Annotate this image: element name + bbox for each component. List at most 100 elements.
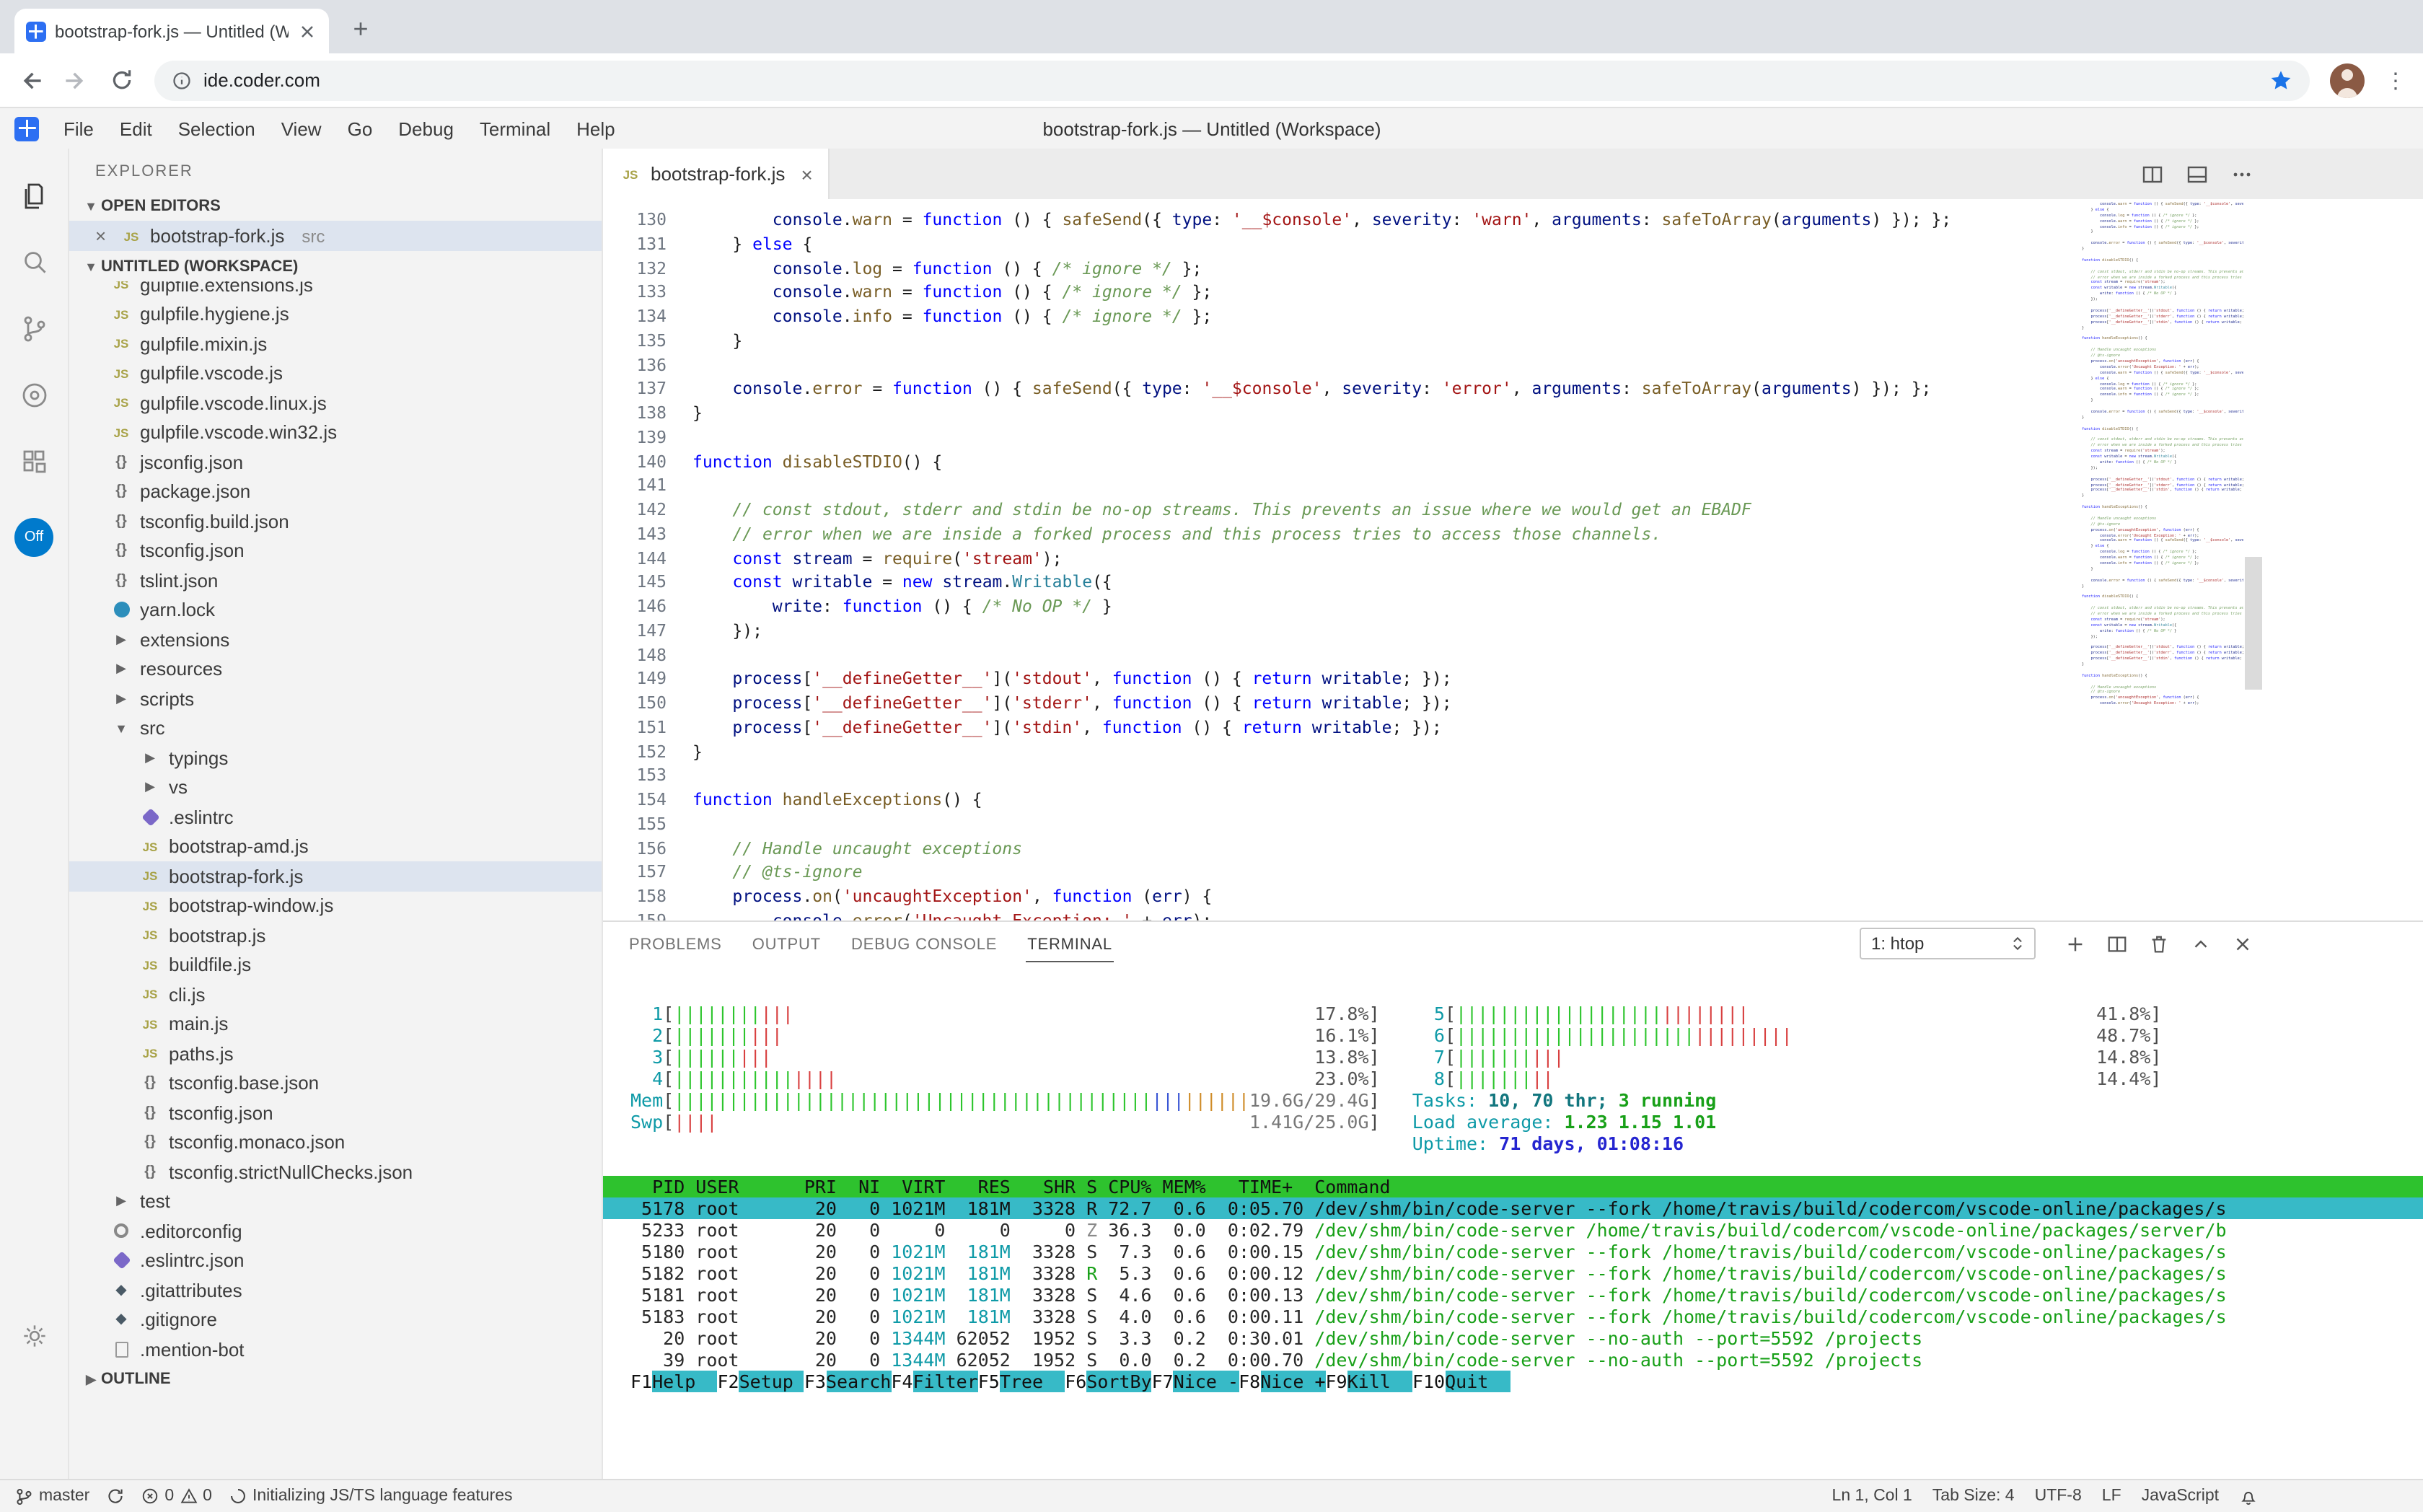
tree-item-gulpfile.vscode.js[interactable]: gulpfile.vscode.js	[69, 359, 602, 388]
process-row-3[interactable]: 5182 root 20 0 1021M 181M 3328 R 5.3 0.6…	[603, 1262, 2423, 1284]
tree-item-tsconfig.base.json[interactable]: tsconfig.base.json	[69, 1068, 602, 1098]
close-panel-icon[interactable]	[2232, 933, 2253, 954]
status-encoding[interactable]: UTF-8	[2035, 1487, 2082, 1505]
split-editor-icon[interactable]	[2141, 162, 2164, 185]
tree-item-gulpfile.vscode.linux.js[interactable]: gulpfile.vscode.linux.js	[69, 388, 602, 418]
tree-item-gulpfile.mixin.js[interactable]: gulpfile.mixin.js	[69, 329, 602, 359]
fkey-F7[interactable]: F7Nice -	[1152, 1371, 1239, 1392]
fkey-F10[interactable]: F10Quit	[1412, 1371, 1510, 1392]
tree-item-gulpfile.hygiene.js[interactable]: gulpfile.hygiene.js	[69, 299, 602, 329]
tree-item-gulpfile.extensions.js[interactable]: gulpfile.extensions.js	[69, 281, 602, 299]
process-row-7[interactable]: 39 root 20 0 1344M 62052 1952 S 0.0 0.2 …	[603, 1349, 2423, 1371]
source-control-icon[interactable]	[1, 296, 67, 362]
new-tab-button[interactable]	[340, 9, 381, 49]
tree-item-vs[interactable]: ▶vs	[69, 773, 602, 802]
terminal-select[interactable]: 1: htop	[1860, 928, 2036, 959]
tree-item-bootstrap.js[interactable]: bootstrap.js	[69, 920, 602, 950]
kill-terminal-icon[interactable]	[2148, 933, 2170, 954]
tree-item-.eslintrc.json[interactable]: .eslintrc.json	[69, 1246, 602, 1275]
fkey-F2[interactable]: F2Setup	[717, 1371, 804, 1392]
menu-help[interactable]: Help	[563, 118, 628, 139]
tree-item-extensions[interactable]: ▶extensions	[69, 625, 602, 654]
menu-selection[interactable]: Selection	[165, 118, 268, 139]
tree-item-tsconfig.monaco.json[interactable]: tsconfig.monaco.json	[69, 1128, 602, 1157]
extension-circle-icon[interactable]	[1, 362, 67, 428]
tree-item-test[interactable]: ▶test	[69, 1187, 602, 1216]
menu-edit[interactable]: Edit	[107, 118, 165, 139]
menu-terminal[interactable]: Terminal	[467, 118, 563, 139]
process-row-1[interactable]: 5233 root 20 0 0 0 0 Z 36.3 0.0 0:02.79 …	[603, 1219, 2423, 1241]
tree-item-.editorconfig[interactable]: .editorconfig	[69, 1216, 602, 1246]
split-terminal-icon[interactable]	[2106, 933, 2128, 954]
fkey-F6[interactable]: F6SortBy	[1065, 1371, 1151, 1392]
sync-status[interactable]	[107, 1487, 124, 1505]
tree-item-package.json[interactable]: package.json	[69, 477, 602, 506]
editor-tab[interactable]: bootstrap-fork.js ×	[603, 149, 830, 199]
outline-header[interactable]: ▶ OUTLINE	[69, 1364, 602, 1394]
fkey-F5[interactable]: F5Tree	[978, 1371, 1065, 1392]
status-tab-size[interactable]: Tab Size: 4	[1932, 1487, 2015, 1505]
tree-item-bootstrap-fork.js[interactable]: bootstrap-fork.js	[69, 861, 602, 891]
open-editors-header[interactable]: ▼ OPEN EDITORS	[69, 190, 602, 221]
tree-item-.eslintrc[interactable]: .eslintrc	[69, 802, 602, 832]
process-row-6[interactable]: 20 root 20 0 1344M 62052 1952 S 3.3 0.2 …	[603, 1327, 2423, 1349]
tree-item-tsconfig.strictNullChecks.json[interactable]: tsconfig.strictNullChecks.json	[69, 1157, 602, 1187]
menu-go[interactable]: Go	[335, 118, 386, 139]
fkey-F3[interactable]: F3Search	[804, 1371, 891, 1392]
tree-item-.gitattributes[interactable]: ◆.gitattributes	[69, 1275, 602, 1305]
tree-item-resources[interactable]: ▶resources	[69, 654, 602, 684]
browser-tab[interactable]: bootstrap-fork.js — Untitled (W	[14, 9, 329, 53]
code-editor[interactable]: 1301311321331341351361371381391401411421…	[603, 199, 2423, 920]
fkey-F4[interactable]: F4Filter	[891, 1371, 977, 1392]
browser-menu-icon[interactable]: ⋮	[2385, 67, 2406, 93]
search-icon[interactable]	[1, 229, 67, 296]
tree-item-tsconfig.json[interactable]: tsconfig.json	[69, 1098, 602, 1128]
status-cursor-position[interactable]: Ln 1, Col 1	[1832, 1487, 1912, 1505]
open-editor-item[interactable]: × bootstrap-fork.js src	[69, 221, 602, 251]
fkey-F9[interactable]: F9Kill	[1326, 1371, 1412, 1392]
tree-item-typings[interactable]: ▶typings	[69, 743, 602, 773]
new-terminal-icon[interactable]	[2064, 933, 2086, 954]
tree-item-main.js[interactable]: main.js	[69, 1009, 602, 1039]
tree-item-tsconfig.build.json[interactable]: tsconfig.build.json	[69, 506, 602, 536]
status-eol[interactable]: LF	[2102, 1487, 2121, 1505]
minimap[interactable]: console.warn = function () { safeSend({ …	[2082, 202, 2243, 920]
problems-status[interactable]: 0 0	[141, 1487, 212, 1505]
off-badge[interactable]: Off	[14, 518, 53, 557]
process-row-5[interactable]: 5183 root 20 0 1021M 181M 3328 S 4.0 0.6…	[603, 1306, 2423, 1327]
fkey-F8[interactable]: F8Nice +	[1239, 1371, 1325, 1392]
tree-item-yarn.lock[interactable]: yarn.lock	[69, 595, 602, 625]
reload-icon[interactable]	[110, 68, 134, 92]
editor-scrollbar[interactable]	[2245, 557, 2262, 690]
more-actions-icon[interactable]	[2230, 162, 2253, 185]
fkey-F1[interactable]: F1Help	[630, 1371, 717, 1392]
panel-tab-output[interactable]: OUTPUT	[751, 926, 822, 962]
process-row-4[interactable]: 5181 root 20 0 1021M 181M 3328 S 4.6 0.6…	[603, 1284, 2423, 1306]
page-info-icon[interactable]	[172, 70, 192, 90]
settings-gear-icon[interactable]	[1, 1303, 67, 1369]
tree-item-gulpfile.vscode.win32.js[interactable]: gulpfile.vscode.win32.js	[69, 418, 602, 447]
address-bar[interactable]: ide.coder.com	[154, 60, 2310, 100]
tree-item-cli.js[interactable]: cli.js	[69, 980, 602, 1009]
avatar[interactable]	[2330, 63, 2365, 97]
menu-debug[interactable]: Debug	[385, 118, 467, 139]
panel-tab-problems[interactable]: PROBLEMS	[628, 926, 724, 962]
extensions-icon[interactable]	[1, 428, 67, 495]
git-branch-status[interactable]: master	[14, 1487, 89, 1506]
tree-item-tsconfig.json[interactable]: tsconfig.json	[69, 536, 602, 566]
close-icon[interactable]: ×	[95, 227, 113, 245]
tab-close-icon[interactable]	[297, 21, 317, 41]
tree-item-bootstrap-window.js[interactable]: bootstrap-window.js	[69, 891, 602, 920]
workspace-header[interactable]: ▼ UNTITLED (WORKSPACE)	[69, 251, 602, 281]
menu-file[interactable]: File	[50, 118, 107, 139]
panel-tab-terminal[interactable]: TERMINAL	[1026, 926, 1114, 962]
tree-item-.mention-bot[interactable]: .mention-bot	[69, 1335, 602, 1364]
terminal[interactable]: 1[||||||||||| 17.8%] 5[|||||||||||||||||…	[603, 965, 2423, 1479]
status-language-mode[interactable]: JavaScript	[2142, 1487, 2219, 1505]
forward-icon[interactable]	[63, 67, 89, 93]
tree-item-buildfile.js[interactable]: buildfile.js	[69, 950, 602, 980]
back-icon[interactable]	[17, 67, 43, 93]
tree-item-.gitignore[interactable]: ◆.gitignore	[69, 1305, 602, 1335]
tree-item-bootstrap-amd.js[interactable]: bootstrap-amd.js	[69, 832, 602, 861]
bell-icon[interactable]	[2239, 1487, 2258, 1506]
